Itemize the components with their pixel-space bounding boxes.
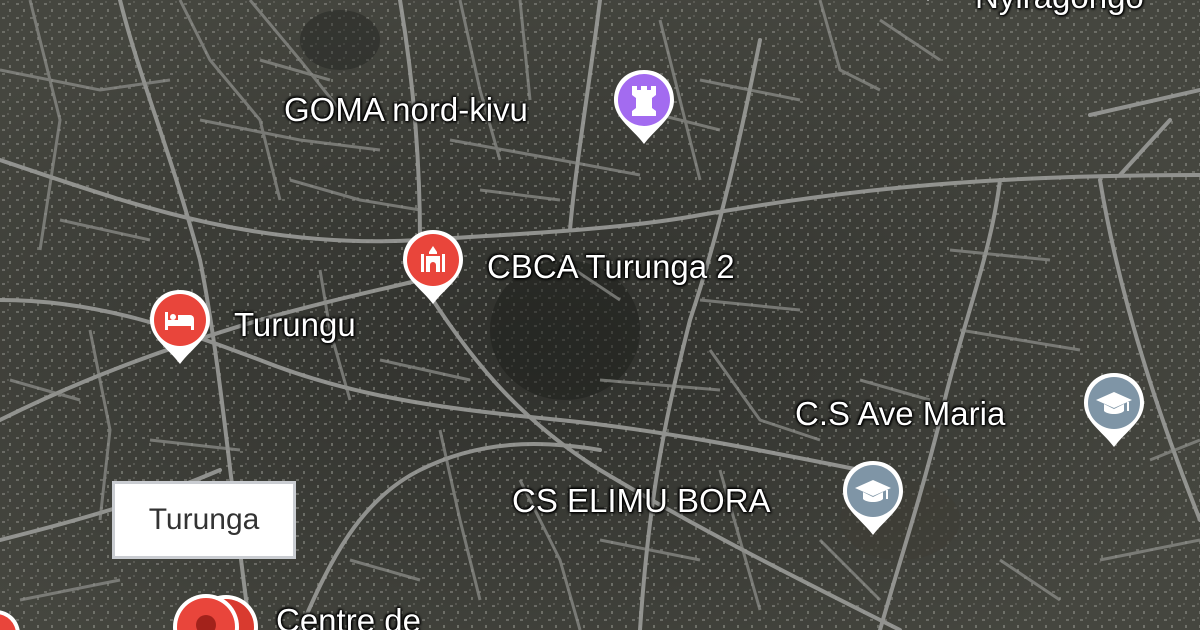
- pin-ave-maria[interactable]: [1082, 371, 1146, 449]
- place-label-centre[interactable]: Centre de: [276, 604, 421, 630]
- place-label-turungu[interactable]: Turungu: [234, 308, 356, 341]
- area-label-text: Turunga: [148, 503, 260, 536]
- place-label-top-right[interactable]: Nyiragongo: [975, 0, 1144, 13]
- graduation-cap-icon: [843, 461, 903, 535]
- rook-icon: [614, 70, 674, 144]
- pin-top-right[interactable]: [908, 0, 948, 6]
- place-label-elimu-bora[interactable]: CS ELIMU BORA: [512, 484, 771, 517]
- pin-icon: [0, 610, 20, 630]
- pin-icon: [927, 0, 929, 2]
- pin-cbca[interactable]: [401, 228, 465, 306]
- church-icon: [403, 230, 463, 304]
- pin-bottom-left-partial[interactable]: [0, 608, 22, 630]
- pin-centre[interactable]: [164, 589, 264, 630]
- place-label-cbca[interactable]: CBCA Turunga 2: [487, 250, 735, 283]
- place-label-ave-maria[interactable]: C.S Ave Maria: [795, 397, 1005, 430]
- map-pin-icon: [173, 594, 258, 630]
- pin-elimu-bora[interactable]: [841, 459, 905, 537]
- pin-goma[interactable]: [612, 68, 676, 146]
- graduation-cap-icon: [1084, 373, 1144, 447]
- place-label-goma[interactable]: GOMA nord-kivu: [284, 93, 528, 126]
- map-view[interactable]: Nyiragongo GOMA nord-kivu CBCA Turunga 2…: [0, 0, 1200, 630]
- pin-turungu[interactable]: [148, 288, 212, 366]
- area-label-box: Turunga: [112, 481, 296, 559]
- bed-icon: [150, 290, 210, 364]
